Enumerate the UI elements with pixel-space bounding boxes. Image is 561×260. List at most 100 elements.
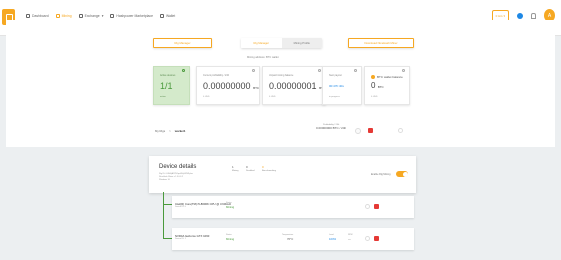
device-details-title: Device details <box>159 164 197 170</box>
card-value: 0.00000000 BTC <box>203 81 259 91</box>
nav-marketplace[interactable]: Hashpower Marketplace <box>110 14 153 18</box>
status-value: Mining <box>226 205 235 209</box>
rpm-label: RPM <box>348 234 353 236</box>
card-sub: 0 USD <box>203 96 210 98</box>
unit-label: BTC <box>253 86 260 90</box>
nav-label: Wallet <box>165 14 176 18</box>
info-icon[interactable] <box>252 69 255 72</box>
nav-wallet[interactable]: Wallet <box>159 14 176 18</box>
nav-label: Dashboard <box>32 14 49 18</box>
stat-benchmarking: 0 Benchmarking <box>262 165 276 172</box>
card-sub: 0 USD <box>371 96 378 98</box>
stat-value: 0 <box>262 165 264 169</box>
card-label: BTC wallet balance <box>377 75 403 79</box>
temp-value: 70°C <box>287 237 294 241</box>
card-label: Active devices <box>160 74 176 77</box>
load-value: 100% <box>329 237 337 241</box>
device-details-panel: Device details Rig ID: 0-8lrMjA1RVJqaKHj… <box>149 156 416 193</box>
mining-toggle-label: Enable Rig Mining <box>371 173 391 176</box>
device-status: Status Mining <box>226 234 234 241</box>
notification-icon[interactable] <box>517 12 523 19</box>
device-id: Device ID: 0 <box>175 206 186 208</box>
info-icon[interactable] <box>402 69 405 72</box>
device-rpm: RPM — <box>348 234 352 241</box>
os-info: Windows 10 <box>159 179 170 181</box>
status-value: Mining <box>226 237 235 241</box>
stop-rig-button[interactable] <box>368 128 373 133</box>
stat-value: 1 <box>232 165 234 169</box>
unit-label: BTC <box>377 85 384 89</box>
nav-exchange[interactable]: Exchange ▾ <box>78 14 104 18</box>
stop-device-button[interactable] <box>374 236 379 241</box>
info-icon[interactable] <box>354 69 357 72</box>
card-label: Next payout <box>329 74 342 77</box>
more-options-icon[interactable] <box>398 128 403 133</box>
stat-label: Disabled <box>246 170 255 172</box>
breadcrumb-current: worker1 <box>174 129 186 133</box>
toggle-mining-profile[interactable]: Mining Profile <box>281 38 322 48</box>
bitcoin-icon <box>371 75 375 79</box>
info-icon[interactable] <box>182 69 185 72</box>
dashboard-icon <box>26 14 30 18</box>
profitability-card: Current profitability / 24h 0.00000000 B… <box>196 66 260 105</box>
mining-address-note: Mining address: BTC wallet <box>247 56 279 59</box>
pickaxe-icon <box>55 14 60 18</box>
marketplace-icon <box>110 14 115 18</box>
nav-dashboard[interactable]: Dashboard <box>26 14 49 18</box>
device-tree-line <box>163 192 164 238</box>
next-payout-value: 00:47h:40s <box>329 84 344 88</box>
next-payout-card: Next payout 00:47h:40s in progress <box>322 66 362 105</box>
rig-mining-switch[interactable] <box>396 171 408 177</box>
device-row-cpu: Intel(R) Core(TM) i5-8600K CPU @ 3.60GHz… <box>172 196 414 218</box>
info-icon[interactable] <box>318 69 321 72</box>
rig-profitability-value: 0.00000000 BTC / 24h <box>316 126 347 130</box>
device-meta: Rig ID: 0-8lrMjA1RVJqaKHjGKNRphw NiceHas… <box>159 173 193 182</box>
device-tree-branch <box>163 204 172 205</box>
stop-device-button[interactable] <box>374 204 379 209</box>
temp-label: Temperature <box>282 234 294 236</box>
rig-manager-button[interactable]: Rig Manager <box>153 38 212 48</box>
unpaid-value: 0.00000001 <box>269 81 317 91</box>
btc-balance-header: BTC wallet balance <box>371 75 403 79</box>
load-label: Load <box>329 234 334 236</box>
card-sub: 0 USD <box>269 96 276 98</box>
rpm-value: — <box>348 237 351 241</box>
rig-profitability: Profitability / 24h 0.00000000 BTC / 24h <box>316 124 346 130</box>
chevron-down-icon: ▾ <box>101 14 104 18</box>
stat-label: Mining <box>232 170 239 172</box>
stat-label: Benchmarking <box>262 170 276 172</box>
card-value: 0 BTC <box>371 81 384 90</box>
device-temperature: Temperature 70°C <box>282 234 293 241</box>
view-toggle: Rig Manager Mining Profile <box>241 38 322 48</box>
card-label: Unpaid mining balance <box>269 74 294 77</box>
profitability-value: 0.00000000 <box>203 81 251 91</box>
toggle-rig-manager[interactable]: Rig Manager <box>241 38 282 48</box>
device-options-icon[interactable] <box>365 236 370 241</box>
main-nav: Dashboard Mining Exchange ▾ Hashpower Ma… <box>26 14 175 18</box>
status-label: Status <box>226 234 232 236</box>
device-load: Load 100% <box>329 234 336 241</box>
breadcrumb-separator: > <box>169 129 171 133</box>
rig-status-indicator[interactable] <box>355 128 361 134</box>
download-miner-button[interactable]: Download NiceHash Miner <box>348 38 414 48</box>
status-label: Status <box>226 202 232 204</box>
stat-value: 0 <box>246 165 248 169</box>
active-devices-card: Active devices 1/1 active <box>153 66 190 105</box>
breadcrumb-root[interactable]: My Rigs <box>155 129 165 133</box>
nav-mining[interactable]: Mining <box>55 14 72 18</box>
nav-label: Mining <box>61 14 72 18</box>
device-id: Device ID: 1 <box>175 238 186 240</box>
card-sub: in progress <box>329 96 340 98</box>
stat-disabled: 0 Disabled <box>246 165 255 172</box>
exchange-icon <box>78 14 83 18</box>
breadcrumb: My Rigs > worker1 <box>155 129 185 133</box>
stat-mining: 1 Mining <box>232 165 238 172</box>
bell-icon[interactable] <box>531 12 536 19</box>
btc-balance-card: BTC wallet balance 0 BTC 0 USD <box>364 66 410 105</box>
device-status: Status Mining <box>226 202 234 209</box>
card-value: 1/1 <box>160 81 173 91</box>
device-options-icon[interactable] <box>365 204 370 209</box>
card-value: 0.00000001 BTC <box>269 81 325 91</box>
card-sub: active <box>160 96 166 98</box>
nav-label: Hashpower Marketplace <box>116 14 153 18</box>
